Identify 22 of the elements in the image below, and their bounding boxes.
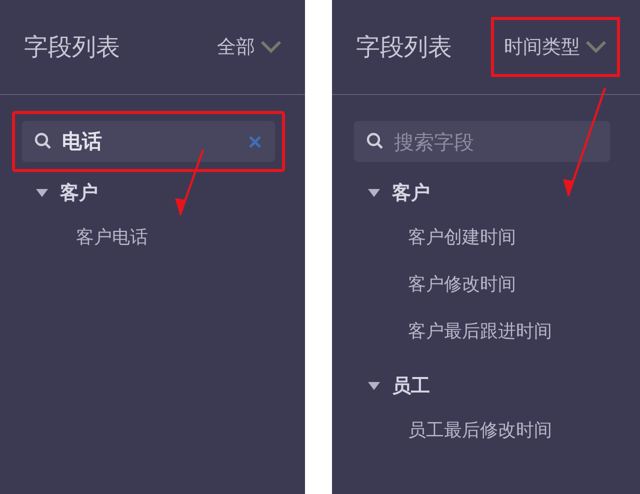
- chevron-down-icon: [260, 40, 282, 54]
- search-field[interactable]: 搜索字段: [354, 121, 610, 162]
- chevron-down-icon: [585, 40, 607, 54]
- field-item[interactable]: 员工最后修改时间: [354, 407, 610, 454]
- group-header[interactable]: 客户: [22, 172, 275, 214]
- panel-title: 字段列表: [24, 32, 120, 63]
- panel-title: 字段列表: [356, 32, 452, 63]
- filter-dropdown[interactable]: 全部: [217, 28, 282, 66]
- group-header[interactable]: 员工: [354, 365, 610, 407]
- group-label: 客户: [60, 181, 98, 206]
- group-label: 员工: [392, 374, 430, 399]
- group-header[interactable]: 客户: [354, 172, 610, 214]
- field-item[interactable]: 客户电话: [22, 214, 275, 261]
- filter-dropdown[interactable]: 时间类型: [504, 28, 607, 66]
- search-icon: [34, 132, 52, 150]
- group-label: 客户: [392, 181, 430, 206]
- field-item[interactable]: 客户最后跟进时间: [354, 308, 610, 355]
- search-icon: [366, 132, 384, 150]
- clear-icon[interactable]: [249, 136, 261, 148]
- field-item[interactable]: 客户修改时间: [354, 261, 610, 308]
- field-item[interactable]: 客户创建时间: [354, 214, 610, 261]
- search-field[interactable]: 电话: [22, 121, 275, 162]
